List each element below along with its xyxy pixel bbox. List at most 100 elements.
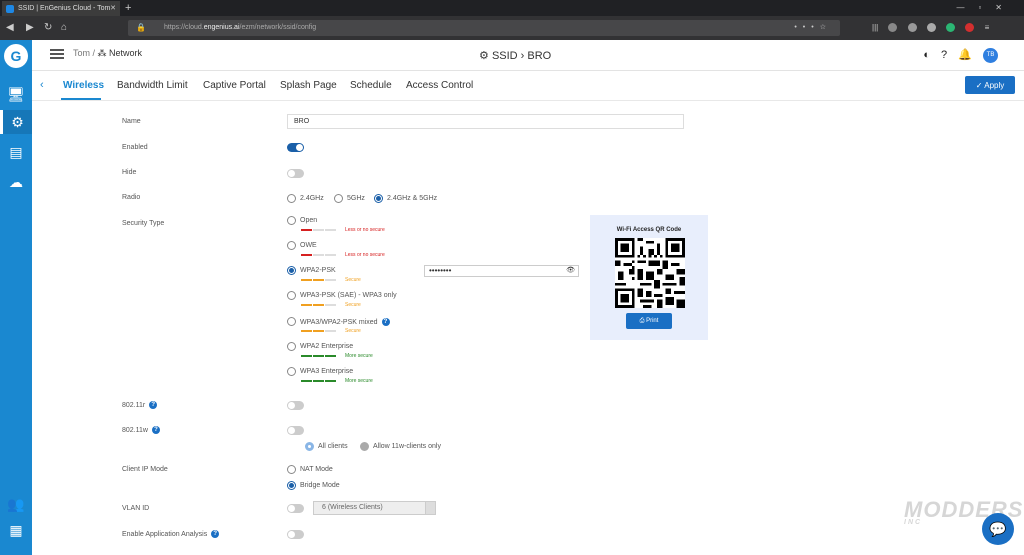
close-tab-icon[interactable]: ✕ <box>110 1 116 16</box>
help-icon[interactable]: ? <box>151 426 160 434</box>
strength-text: Secure <box>345 328 361 334</box>
name-input[interactable] <box>287 114 684 129</box>
strength-bars <box>301 229 337 231</box>
engenius-logo-icon[interactable]: G <box>4 44 28 68</box>
tab-bandwidth-limit[interactable]: Bandwidth Limit <box>117 80 188 91</box>
hide-label: Hide <box>122 169 137 176</box>
strength-text: Secure <box>345 277 361 283</box>
cloud-icon[interactable]: ☁ <box>0 170 32 194</box>
address-bar[interactable]: 🔒 https://cloud.engenius.ai/ezm/network/… <box>128 20 840 36</box>
print-button[interactable]: ⎙ Print <box>626 313 672 329</box>
check-icon: ✓ <box>975 80 983 90</box>
theme-contrast-icon[interactable]: ◐ <box>923 49 930 61</box>
nat-mode-radio[interactable] <box>287 465 296 474</box>
password-field[interactable]: •••••••• 👁 <box>424 265 579 277</box>
tab-splash-page[interactable]: Splash Page <box>280 80 337 91</box>
qr-code-icon <box>615 238 685 308</box>
reload-icon[interactable]: ↻ <box>44 20 52 36</box>
bell-icon[interactable]: 🔔 <box>958 49 972 61</box>
security-wpa3-wpa2-mixed-text: WPA3/WPA2-PSK mixed <box>300 318 378 326</box>
security-wpa2-enterprise-label: WPA2 Enterprise <box>300 343 354 350</box>
page-actions-icon[interactable]: •••☆ <box>794 20 832 36</box>
security-wpa3-psk-label: WPA3-PSK (SAE) - WPA3 only <box>300 292 397 299</box>
browser-extensions: ||| ≡ <box>872 20 989 36</box>
gear-icon[interactable]: ⚙ <box>0 110 32 134</box>
tab-captive-portal[interactable]: Captive Portal <box>203 80 266 91</box>
grammarly-icon[interactable] <box>946 23 956 33</box>
browser-toolbar: ◀ ▶ ↻ ⌂ 🔒 https://cloud.engenius.ai/ezm/… <box>0 16 1024 40</box>
ssid-title-text: SSID › BRO <box>491 50 552 62</box>
menu-icon[interactable]: ≡ <box>985 23 990 32</box>
monitor-icon[interactable]: 🖥 <box>0 82 32 106</box>
library-icon[interactable]: ||| <box>872 23 878 32</box>
browser-tab[interactable]: SSID | EnGenius Cloud - Tom ✕ <box>2 1 120 16</box>
radio-24ghz[interactable] <box>287 194 296 203</box>
users-icon[interactable]: 👥 <box>0 492 32 516</box>
strength-bars <box>301 279 337 281</box>
bridge-mode-radio[interactable] <box>287 481 296 490</box>
vlan-toggle[interactable] <box>287 504 304 513</box>
hamburger-menu-icon[interactable] <box>50 49 64 59</box>
security-owe-radio[interactable] <box>287 241 296 250</box>
radio-dual-band[interactable] <box>374 194 383 203</box>
app-analysis-toggle[interactable] <box>287 530 304 539</box>
strength-text: More secure <box>345 353 373 359</box>
browser-tab-title: SSID | EnGenius Cloud - Tom <box>18 5 111 12</box>
back-chevron-icon[interactable]: ‹ <box>40 79 44 91</box>
security-wpa3-enterprise-radio[interactable] <box>287 367 296 376</box>
adblock-icon[interactable] <box>965 23 975 33</box>
help-icon[interactable]: ? <box>941 49 947 61</box>
home-icon[interactable]: ⌂ <box>61 20 67 36</box>
tab-schedule[interactable]: Schedule <box>350 80 392 91</box>
security-open-radio[interactable] <box>287 216 296 225</box>
security-wpa2-enterprise-radio[interactable] <box>287 342 296 351</box>
url-host: engenius.ai <box>203 24 240 31</box>
lock-icon: 🔒 <box>136 23 146 32</box>
strength-text: Less or no secure <box>345 227 385 233</box>
password-mask: •••••••• <box>429 266 452 275</box>
security-open-label: Open <box>300 217 318 224</box>
breadcrumb-org[interactable]: Tom / <box>73 48 95 58</box>
forward-arrow-icon[interactable]: ▶ <box>26 20 34 36</box>
back-arrow-icon[interactable]: ◀ <box>6 20 14 36</box>
security-wpa3-enterprise-label: WPA3 Enterprise <box>300 368 354 375</box>
app-header: Tom / ⁂ Network ⚙ SSID › BRO ◐ ? 🔔 TB <box>32 40 1024 71</box>
80211w-11w-only-label: Allow 11w-clients only <box>373 443 441 450</box>
enabled-toggle[interactable] <box>287 143 304 152</box>
security-wpa3-psk-radio[interactable] <box>287 291 296 300</box>
eye-slash-icon[interactable]: 👁 <box>566 266 575 275</box>
sidebar-icon[interactable] <box>888 23 898 33</box>
building-icon[interactable]: ▦ <box>0 518 32 542</box>
hide-toggle[interactable] <box>287 169 304 178</box>
radio-5ghz[interactable] <box>334 194 343 203</box>
80211w-all-clients-label: All clients <box>318 443 348 450</box>
apply-button[interactable]: ✓ Apply <box>965 76 1015 94</box>
tab-wireless[interactable]: Wireless <box>63 80 104 91</box>
80211w-11w-only-radio[interactable] <box>360 442 369 451</box>
screenshot-icon[interactable] <box>907 23 917 33</box>
avatar[interactable]: TB <box>983 48 998 63</box>
app-analysis-label: Enable Application Analysis ? <box>122 530 220 538</box>
80211r-toggle[interactable] <box>287 401 304 410</box>
security-wpa2-psk-radio[interactable] <box>287 266 296 275</box>
extension-icon[interactable] <box>926 23 936 33</box>
help-icon[interactable]: ? <box>211 530 220 538</box>
80211w-all-clients-radio[interactable] <box>305 442 314 451</box>
strength-text: Less or no secure <box>345 252 385 258</box>
strength-bars <box>301 355 337 357</box>
new-tab-icon[interactable]: + <box>125 0 131 16</box>
security-wpa3-wpa2-mixed-radio[interactable] <box>287 317 296 326</box>
80211w-toggle[interactable] <box>287 426 304 435</box>
breadcrumb-network[interactable]: Network <box>109 48 142 58</box>
tab-access-control[interactable]: Access Control <box>406 80 473 91</box>
help-icon[interactable]: ? <box>381 318 390 326</box>
bridge-mode-label: Bridge Mode <box>300 482 340 489</box>
window-controls[interactable]: —▫✕ <box>956 0 1016 16</box>
help-icon[interactable]: ? <box>149 401 158 409</box>
chat-icon[interactable]: 💬 <box>982 513 1014 545</box>
vlan-select[interactable]: 6 (Wireless Clients) <box>313 501 436 515</box>
inventory-icon[interactable]: ▤ <box>0 140 32 164</box>
qr-code-panel: Wi-Fi Access QR Code ⎙ Print <box>590 215 708 340</box>
radio-label: Radio <box>122 194 141 201</box>
qr-title: Wi-Fi Access QR Code <box>616 227 682 233</box>
